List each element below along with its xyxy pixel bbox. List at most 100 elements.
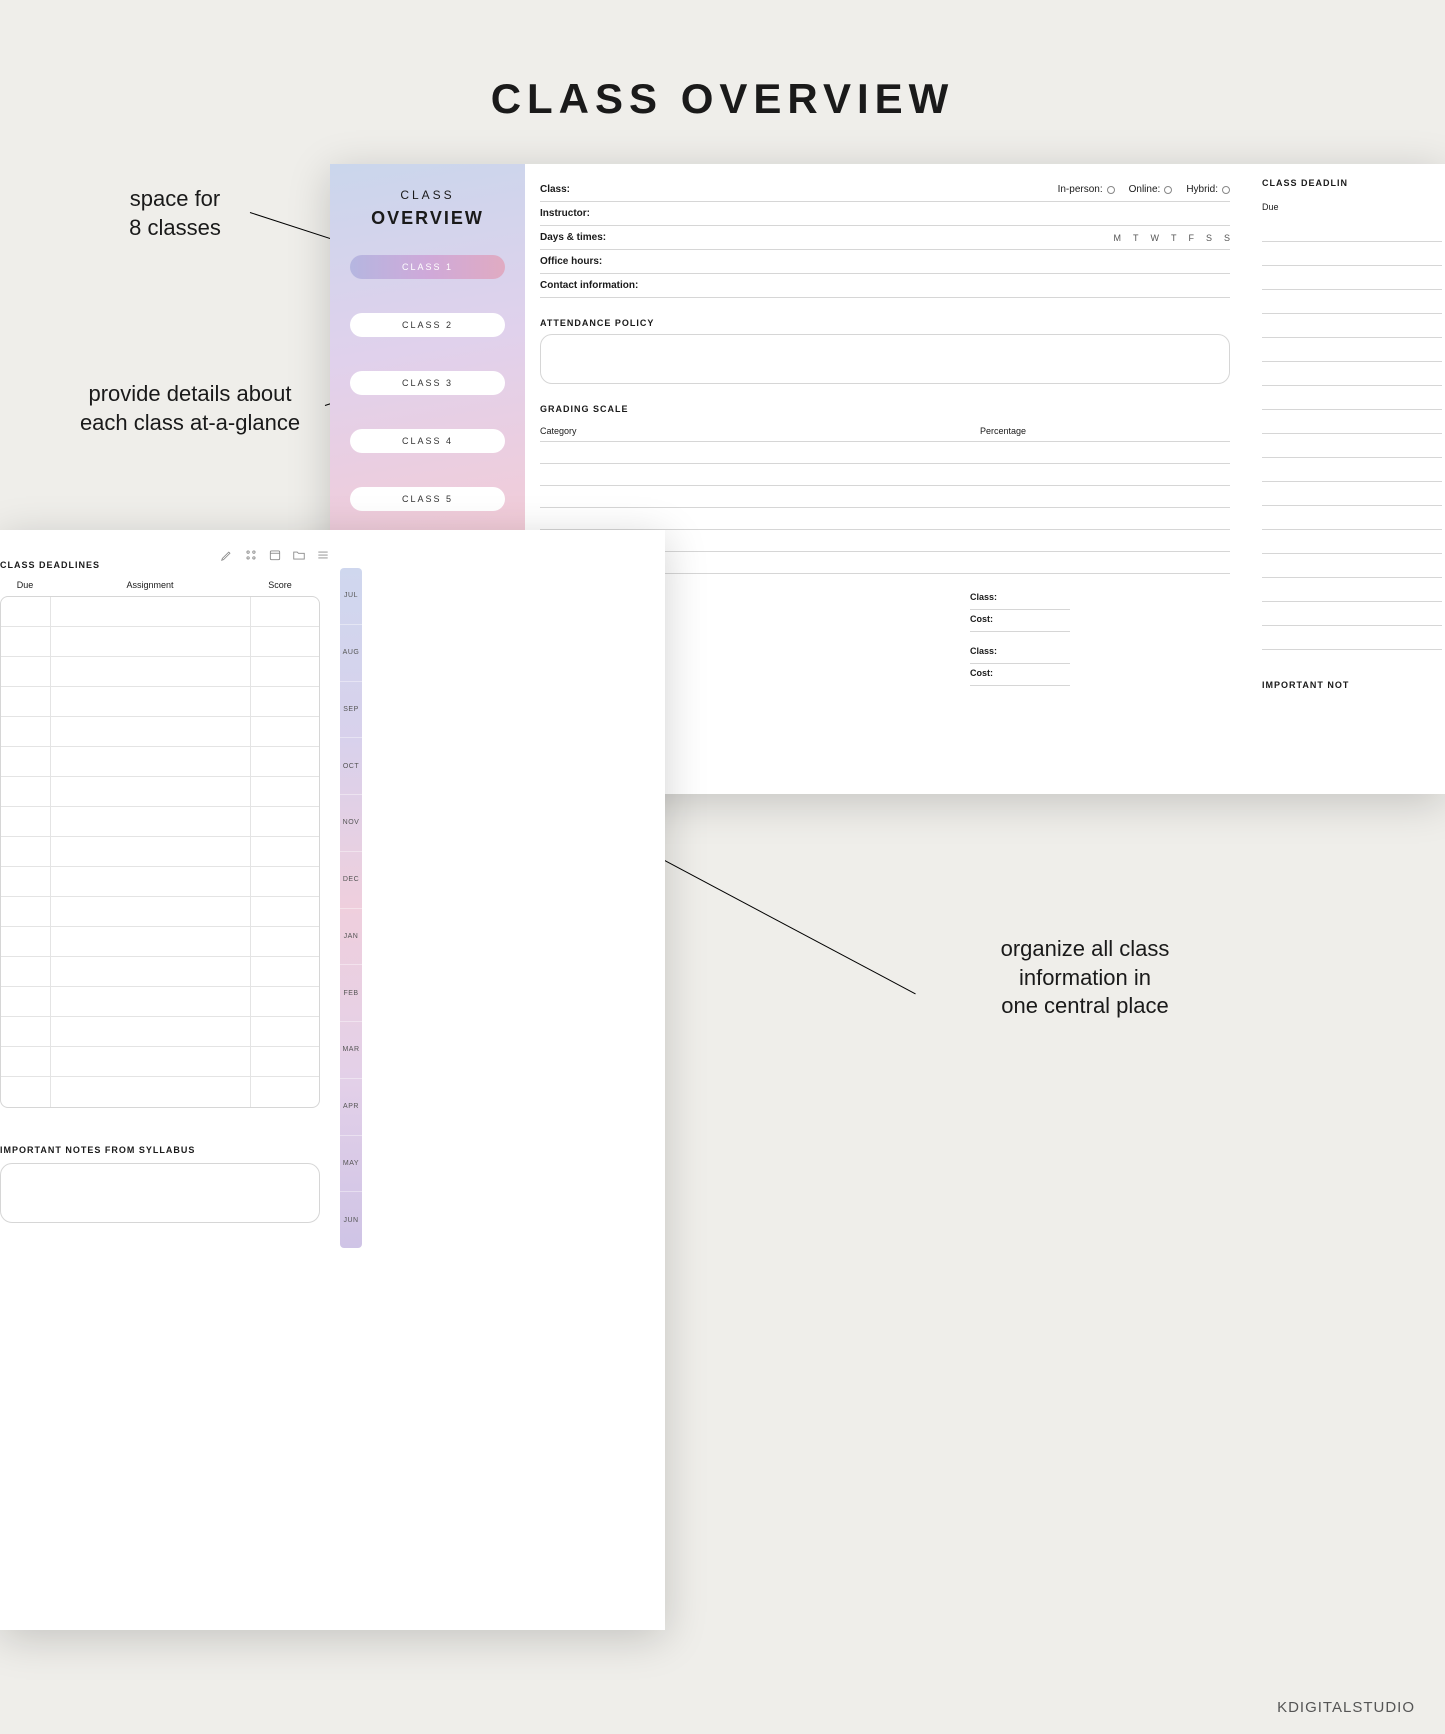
class-tab-5[interactable]: CLASS 5: [350, 487, 505, 511]
month-tab[interactable]: APR: [340, 1079, 362, 1136]
table-row: [1262, 338, 1442, 362]
col-due: Due: [0, 580, 50, 590]
day-of-week-list: M T W T F S S: [1113, 233, 1230, 243]
month-tab[interactable]: DEC: [340, 852, 362, 909]
table-row: [1262, 386, 1442, 410]
field-instructor: Instructor:: [540, 208, 590, 219]
table-row: [1, 807, 319, 837]
col-percentage: Percentage: [980, 426, 1026, 436]
deadlines-heading: CLASS DEADLINES: [0, 560, 320, 570]
col-score: Score: [250, 580, 310, 590]
table-row: [1, 687, 319, 717]
month-tab[interactable]: JAN: [340, 909, 362, 966]
col-due: Due: [1262, 202, 1442, 212]
table-row: [1, 657, 319, 687]
class-tab-3[interactable]: CLASS 3: [350, 371, 505, 395]
table-row: [1, 777, 319, 807]
class-tab-4[interactable]: CLASS 4: [350, 429, 505, 453]
table-row: [1, 927, 319, 957]
class-tab-2[interactable]: CLASS 2: [350, 313, 505, 337]
table-row: [1262, 458, 1442, 482]
table-row: [1262, 482, 1442, 506]
table-row: [1262, 602, 1442, 626]
month-tab[interactable]: JUN: [340, 1192, 362, 1248]
radio-icon[interactable]: [1222, 186, 1230, 194]
dow: S: [1206, 233, 1212, 243]
col-category: Category: [540, 426, 980, 436]
mini-cost: Cost:: [970, 614, 1070, 632]
month-tab[interactable]: JUL: [340, 568, 362, 625]
table-row: [540, 486, 1230, 508]
table-row: [1, 987, 319, 1017]
month-tab[interactable]: AUG: [340, 625, 362, 682]
table-row: [1262, 314, 1442, 338]
month-tab[interactable]: FEB: [340, 965, 362, 1022]
annotation-organize: organize all classinformation inone cent…: [950, 935, 1220, 1021]
table-row: [1262, 626, 1442, 650]
table-row: [540, 442, 1230, 464]
deadlines-header-row: Due Assignment Score: [0, 580, 320, 590]
table-row: [1262, 242, 1442, 266]
field-contact: Contact information:: [540, 280, 638, 291]
table-row: [1262, 434, 1442, 458]
table-row: [540, 508, 1230, 530]
deadlines-heading: CLASS DEADLIN: [1262, 178, 1442, 188]
table-row: [1262, 362, 1442, 386]
month-tab[interactable]: SEP: [340, 682, 362, 739]
dow: F: [1188, 233, 1194, 243]
dow: T: [1171, 233, 1177, 243]
mini-class: Class:: [970, 646, 1070, 664]
table-row: [1, 747, 319, 777]
table-row: [1262, 578, 1442, 602]
sidebar-subtitle: CLASS: [344, 188, 511, 202]
important-notes-heading: IMPORTANT NOTES FROM SYLLABUS: [0, 1145, 320, 1155]
attendance-heading: ATTENDANCE POLICY: [540, 318, 1230, 328]
table-row: [1262, 530, 1442, 554]
month-tab[interactable]: MAR: [340, 1022, 362, 1079]
deadlines-panel: CLASS DEADLINES Due Assignment Score: [0, 560, 320, 1108]
table-row: [1262, 506, 1442, 530]
mini-cost: Cost:: [970, 668, 1070, 686]
dow: M: [1113, 233, 1121, 243]
format-hybrid: Hybrid:: [1186, 184, 1218, 195]
table-row: [1262, 266, 1442, 290]
planner-preview-front: In-person: Online: Hybrid: M T W T F S S: [0, 530, 665, 1630]
radio-icon[interactable]: [1164, 186, 1172, 194]
field-office: Office hours:: [540, 256, 602, 267]
field-class: Class:: [540, 184, 570, 195]
month-tab[interactable]: MAY: [340, 1136, 362, 1193]
format-inperson: In-person:: [1058, 184, 1103, 195]
important-notes-heading: IMPORTANT NOT: [1262, 680, 1442, 690]
table-row: [1262, 218, 1442, 242]
page-title: CLASS OVERVIEW: [0, 75, 1445, 123]
attendance-box[interactable]: [540, 334, 1230, 384]
deadlines-table: [0, 596, 320, 1108]
table-row: [1, 1077, 319, 1107]
month-tab[interactable]: OCT: [340, 738, 362, 795]
table-row: [1, 597, 319, 627]
col-assignment: Assignment: [50, 580, 250, 590]
table-row: [1, 717, 319, 747]
table-row: [1, 1047, 319, 1077]
table-row: [1, 957, 319, 987]
annotation-details: provide details abouteach class at-a-gla…: [55, 380, 325, 437]
watermark: KDIGITALSTUDIO: [1277, 1699, 1415, 1716]
table-row: [1262, 290, 1442, 314]
deadlines-panel-cropped: CLASS DEADLIN Due IMPORTANT NOT: [1262, 178, 1442, 704]
table-row: [1262, 410, 1442, 434]
month-tab[interactable]: NOV: [340, 795, 362, 852]
mini-class: Class:: [970, 592, 1070, 610]
notes-box[interactable]: [0, 1163, 320, 1223]
table-row: [1, 837, 319, 867]
class-tab-1[interactable]: CLASS 1: [350, 255, 505, 279]
sidebar-title: OVERVIEW: [344, 208, 511, 229]
radio-icon[interactable]: [1107, 186, 1115, 194]
table-row: [540, 464, 1230, 486]
table-row: [1, 1017, 319, 1047]
grading-heading: GRADING SCALE: [540, 404, 1230, 414]
dow: W: [1150, 233, 1159, 243]
format-online: Online:: [1129, 184, 1161, 195]
dow: S: [1224, 233, 1230, 243]
table-row: [1262, 554, 1442, 578]
table-row: [1, 867, 319, 897]
